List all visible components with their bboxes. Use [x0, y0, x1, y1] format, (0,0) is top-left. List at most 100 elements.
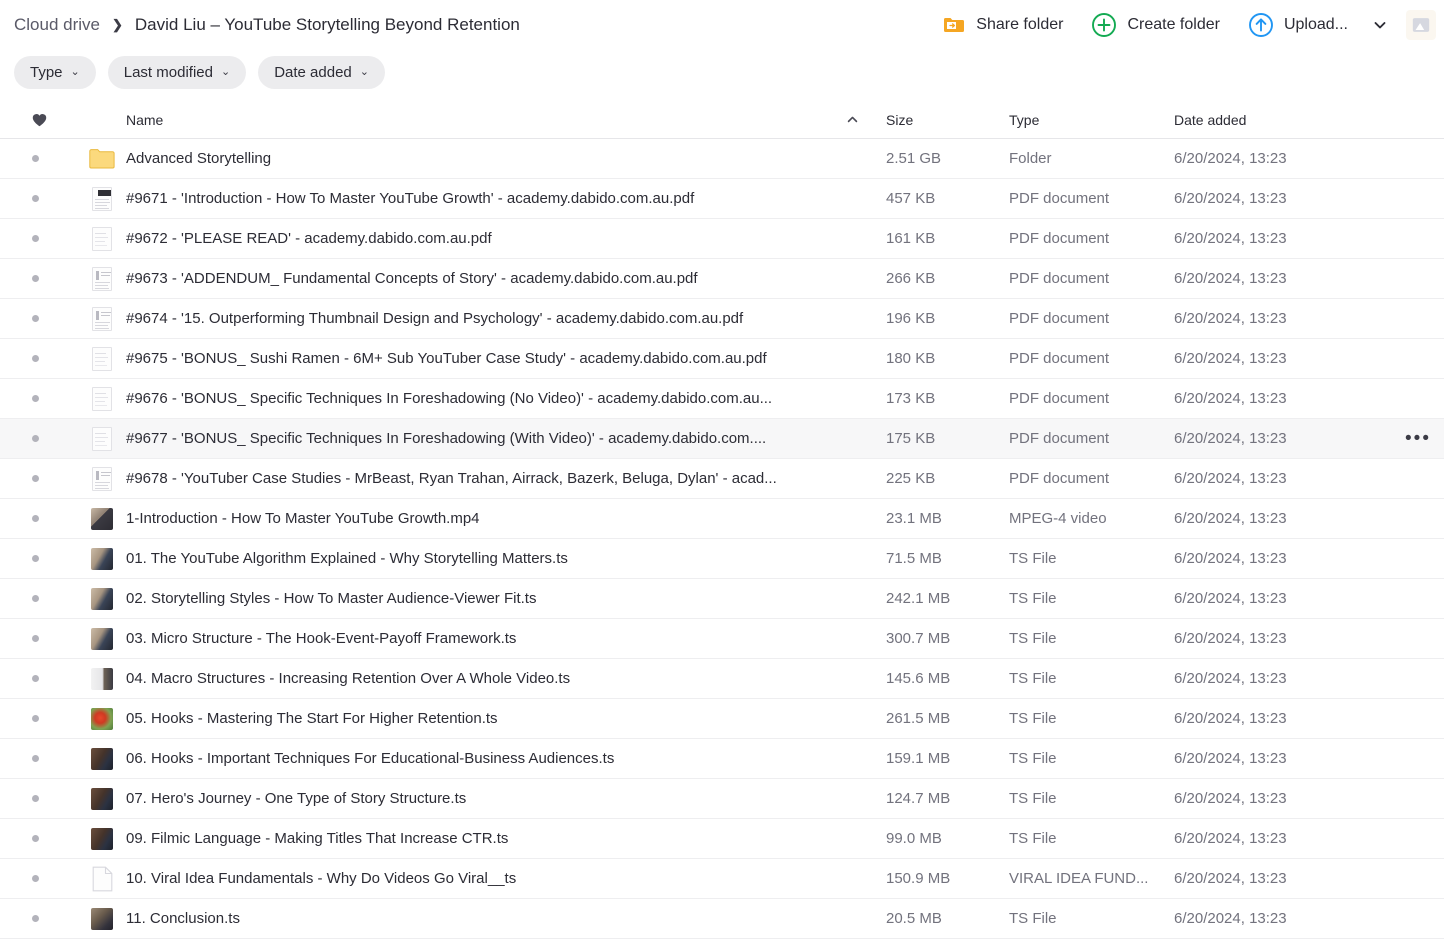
file-size: 124.7 MB — [886, 790, 951, 807]
file-name[interactable]: 11. Conclusion.ts — [126, 910, 886, 927]
table-row[interactable]: 1-Introduction - How To Master YouTube G… — [0, 499, 1444, 539]
table-row[interactable]: #9676 - 'BONUS_ Specific Techniques In F… — [0, 379, 1444, 419]
table-row[interactable]: 11. Conclusion.ts 20.5 MB TS File 6/20/2024… — [0, 899, 1444, 939]
file-name[interactable]: #9677 - 'BONUS_ Specific Techniques In F… — [126, 430, 886, 447]
table-row[interactable]: #9675 - 'BONUS_ Sushi Ramen - 6M+ Sub Yo… — [0, 339, 1444, 379]
favorite-toggle[interactable] — [0, 155, 78, 162]
filter-last-modified[interactable]: Last modified ⌄ — [107, 56, 247, 89]
breadcrumb-current-folder[interactable]: David Liu – YouTube Storytelling Beyond … — [135, 15, 520, 35]
file-name[interactable]: #9674 - '15. Outperforming Thumbnail Des… — [126, 310, 886, 327]
file-icon-cell — [78, 226, 126, 251]
file-name[interactable]: 10. Viral Idea Fundamentals - Why Do Vid… — [126, 870, 886, 887]
file-name[interactable]: #9671 - 'Introduction - How To Master Yo… — [126, 190, 886, 207]
image-icon[interactable] — [1406, 10, 1436, 40]
favorite-toggle[interactable] — [0, 595, 78, 602]
favorite-toggle[interactable] — [0, 315, 78, 322]
favorite-toggle[interactable] — [0, 235, 78, 242]
favorite-toggle[interactable] — [0, 395, 78, 402]
table-row[interactable]: #9671 - 'Introduction - How To Master Yo… — [0, 179, 1444, 219]
file-icon-cell — [78, 667, 126, 690]
table-row[interactable]: #9672 - 'PLEASE READ' - academy.dabido.c… — [0, 219, 1444, 259]
favorite-toggle[interactable] — [0, 635, 78, 642]
favorite-toggle[interactable] — [0, 195, 78, 202]
favorite-toggle[interactable] — [0, 675, 78, 682]
filter-date-added-label: Date added — [274, 64, 352, 81]
file-icon-cell — [78, 306, 126, 331]
table-row[interactable]: 10. Viral Idea Fundamentals - Why Do Vid… — [0, 859, 1444, 899]
table-row[interactable]: 09. Filmic Language - Making Titles That… — [0, 819, 1444, 859]
table-row[interactable]: 01. The YouTube Algorithm Explained - Wh… — [0, 539, 1444, 579]
upload-dropdown-button[interactable] — [1362, 11, 1398, 39]
file-size: 161 KB — [886, 230, 936, 247]
filter-type[interactable]: Type ⌄ — [14, 56, 96, 89]
file-name[interactable]: Advanced Storytelling — [126, 150, 886, 167]
name-column-header[interactable]: Name — [126, 112, 886, 128]
file-name[interactable]: #9678 - 'YouTuber Case Studies - MrBeast… — [126, 470, 886, 487]
table-row[interactable]: #9674 - '15. Outperforming Thumbnail Des… — [0, 299, 1444, 339]
table-row[interactable]: #9677 - 'BONUS_ Specific Techniques In F… — [0, 419, 1444, 459]
breadcrumb-root-link[interactable]: Cloud drive — [14, 15, 100, 35]
file-icon-cell — [78, 346, 126, 371]
table-row[interactable]: Advanced Storytelling 2.51 GB Folder 6/20/2… — [0, 139, 1444, 179]
file-name[interactable]: 07. Hero's Journey - One Type of Story S… — [126, 790, 886, 807]
favorite-toggle[interactable] — [0, 795, 78, 802]
file-icon-cell — [78, 466, 126, 491]
upload-label: Upload... — [1283, 16, 1348, 33]
favorite-dot-icon — [32, 355, 39, 362]
file-type: PDF document — [1009, 230, 1110, 247]
favorite-toggle[interactable] — [0, 715, 78, 722]
size-column-header[interactable]: Size — [886, 112, 1009, 128]
file-size: 23.1 MB — [886, 510, 942, 527]
file-type: PDF document — [1009, 470, 1110, 487]
create-folder-button[interactable]: Create folder — [1077, 6, 1234, 44]
favorite-column-header[interactable] — [0, 113, 78, 127]
file-name[interactable]: #9672 - 'PLEASE READ' - academy.dabido.c… — [126, 230, 886, 247]
file-name[interactable]: 01. The YouTube Algorithm Explained - Wh… — [126, 550, 886, 567]
file-name[interactable]: #9675 - 'BONUS_ Sushi Ramen - 6M+ Sub Yo… — [126, 350, 886, 367]
table-row[interactable]: #9678 - 'YouTuber Case Studies - MrBeast… — [0, 459, 1444, 499]
favorite-toggle[interactable] — [0, 355, 78, 362]
type-column-header[interactable]: Type — [1009, 112, 1174, 128]
favorite-dot-icon — [32, 435, 39, 442]
favorite-toggle[interactable] — [0, 755, 78, 762]
favorite-toggle[interactable] — [0, 835, 78, 842]
file-name[interactable]: 1-Introduction - How To Master YouTube G… — [126, 510, 886, 527]
file-icon-cell — [78, 787, 126, 810]
video-thumbnail-icon — [91, 907, 113, 930]
table-row[interactable]: #9673 - 'ADDENDUM_ Fundamental Concepts … — [0, 259, 1444, 299]
favorite-toggle[interactable] — [0, 435, 78, 442]
favorite-toggle[interactable] — [0, 515, 78, 522]
file-name[interactable]: #9673 - 'ADDENDUM_ Fundamental Concepts … — [126, 270, 886, 287]
file-name[interactable]: #9676 - 'BONUS_ Specific Techniques In F… — [126, 390, 886, 407]
file-name[interactable]: 05. Hooks - Mastering The Start For High… — [126, 710, 886, 727]
favorite-toggle[interactable] — [0, 875, 78, 882]
sort-ascending-icon — [847, 116, 858, 123]
file-type: MPEG-4 video — [1009, 510, 1107, 527]
file-name[interactable]: 02. Storytelling Styles - How To Master … — [126, 590, 886, 607]
share-folder-button[interactable]: Share folder — [928, 7, 1077, 43]
filter-date-added[interactable]: Date added ⌄ — [258, 56, 385, 89]
plus-circle-icon — [1091, 12, 1117, 38]
table-row[interactable]: 06. Hooks - Important Techniques For Edu… — [0, 739, 1444, 779]
favorite-toggle[interactable] — [0, 915, 78, 922]
table-row[interactable]: 04. Macro Structures - Increasing Retent… — [0, 659, 1444, 699]
file-name[interactable]: 04. Macro Structures - Increasing Retent… — [126, 670, 886, 687]
pdf-thumbnail-icon — [92, 226, 112, 251]
upload-button[interactable]: Upload... — [1234, 6, 1362, 44]
file-size: 196 KB — [886, 310, 936, 327]
table-row[interactable]: 03. Micro Structure - The Hook-Event-Pay… — [0, 619, 1444, 659]
file-name[interactable]: 06. Hooks - Important Techniques For Edu… — [126, 750, 886, 767]
file-name[interactable]: 09. Filmic Language - Making Titles That… — [126, 830, 886, 847]
table-row[interactable]: 02. Storytelling Styles - How To Master … — [0, 579, 1444, 619]
date-added-column-header[interactable]: Date added — [1174, 112, 1392, 128]
row-more-options-button[interactable]: ••• — [1405, 429, 1431, 448]
create-folder-label: Create folder — [1127, 16, 1220, 33]
table-row[interactable]: 05. Hooks - Mastering The Start For High… — [0, 699, 1444, 739]
file-size: 225 KB — [886, 470, 936, 487]
file-name[interactable]: 03. Micro Structure - The Hook-Event-Pay… — [126, 630, 886, 647]
favorite-toggle[interactable] — [0, 275, 78, 282]
table-row[interactable]: 07. Hero's Journey - One Type of Story S… — [0, 779, 1444, 819]
favorite-toggle[interactable] — [0, 475, 78, 482]
file-icon-cell — [78, 148, 126, 169]
favorite-toggle[interactable] — [0, 555, 78, 562]
